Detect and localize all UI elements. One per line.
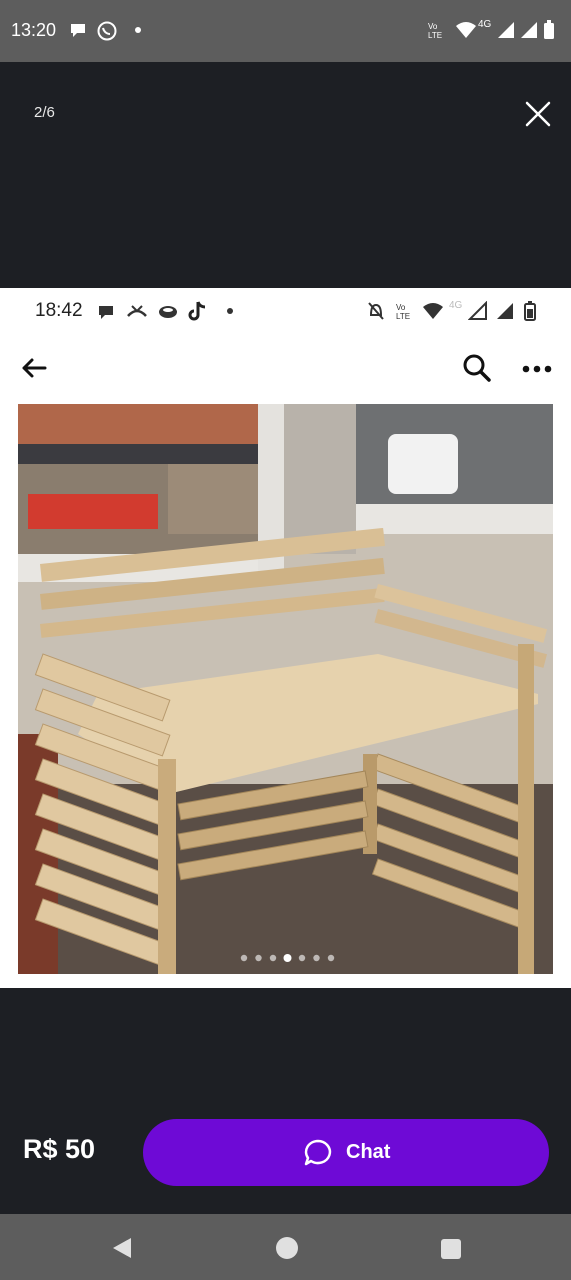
pager-dot[interactable] [327, 954, 335, 962]
message-icon [99, 306, 113, 319]
svg-text:LTE: LTE [396, 312, 410, 321]
image-pager-dots [240, 954, 335, 962]
status-bar: 13:20 Vo LTE 4G [0, 0, 571, 62]
close-button[interactable] [520, 96, 556, 132]
svg-text:Vo: Vo [396, 303, 406, 312]
whatsapp-icon [97, 21, 117, 41]
pager-dot[interactable] [313, 954, 320, 962]
chat-bubble-icon [304, 1139, 332, 1166]
signal-icon [468, 301, 487, 320]
embedded-app-bar [0, 334, 571, 404]
viewer-header: 2/6 [0, 62, 571, 288]
image-counter: 2/6 [34, 104, 55, 121]
wifi-icon [423, 303, 443, 319]
pager-dot[interactable] [269, 954, 277, 962]
dot-icon [227, 308, 233, 314]
pager-dot-active[interactable] [283, 954, 292, 962]
pager-dot[interactable] [240, 954, 248, 962]
mute-icon [368, 302, 384, 320]
signal-icon [521, 22, 537, 38]
svg-text:LTE: LTE [428, 31, 442, 40]
embedded-status-bar: 18:42 Vo LTE 4G [0, 288, 571, 334]
message-icon [71, 24, 85, 37]
nav-recents-icon[interactable] [440, 1238, 462, 1260]
close-icon [525, 101, 551, 127]
chat-button-label: Chat [346, 1141, 391, 1163]
volte-icon: VoLTE [428, 22, 442, 40]
nav-home-icon[interactable] [274, 1235, 300, 1261]
chat-button[interactable]: Chat [143, 1119, 549, 1186]
search-icon [463, 354, 491, 382]
missed-call-icon [127, 305, 147, 317]
status-time: 13:20 [11, 20, 57, 40]
battery-icon [544, 20, 554, 39]
network-label: 4G [478, 19, 492, 30]
wooden-cabinet-photo [18, 404, 553, 974]
volte-icon: VoLTE [396, 303, 410, 321]
back-arrow-icon [22, 358, 47, 378]
pager-dot[interactable] [255, 954, 262, 962]
signal-icon [498, 22, 514, 38]
pager-dot[interactable] [298, 954, 306, 962]
product-photo [18, 404, 553, 974]
more-icon [522, 365, 552, 373]
embedded-status-time: 18:42 [35, 300, 83, 321]
svg-text:Vo: Vo [428, 22, 438, 31]
chat-app-icon [159, 306, 177, 318]
embedded-network-label: 4G [449, 300, 463, 311]
nav-back-icon[interactable] [110, 1236, 134, 1260]
listing-price: R$ 50 [23, 1134, 96, 1164]
dot-icon [135, 27, 141, 33]
tiktok-icon [188, 301, 206, 321]
battery-icon [524, 301, 536, 321]
wifi-icon [456, 22, 476, 38]
listing-image[interactable]: 18:42 Vo LTE 4G [0, 288, 571, 988]
navigation-bar [0, 1214, 571, 1280]
signal-icon [497, 303, 513, 319]
